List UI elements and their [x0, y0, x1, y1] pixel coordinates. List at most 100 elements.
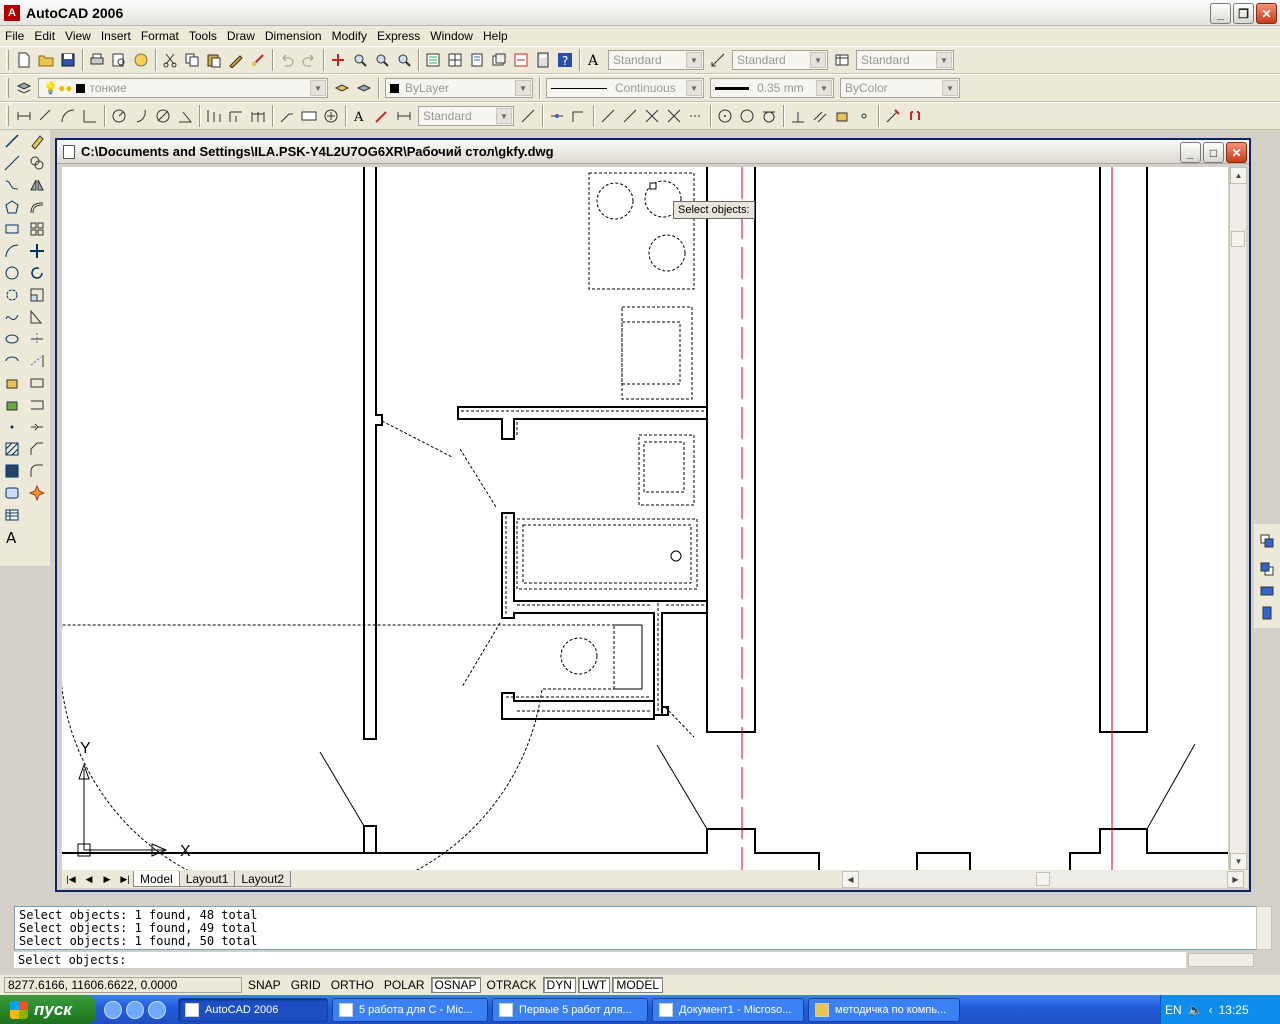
tab-layout2[interactable]: Layout2 [234, 871, 292, 887]
extend-icon[interactable] [26, 350, 48, 372]
rectangle-icon[interactable] [1, 218, 23, 240]
quick-leader-icon[interactable] [276, 105, 298, 127]
task-word-3[interactable]: Документ1 - Microso... [652, 997, 804, 1022]
publish-icon[interactable] [130, 49, 152, 71]
model-space-canvas[interactable]: Y X Select objects: [62, 167, 1228, 870]
menu-window[interactable]: Window [425, 26, 478, 46]
table-style-icon[interactable] [831, 49, 853, 71]
last-tab-icon[interactable]: ▶| [116, 871, 134, 887]
polar-toggle[interactable]: POLAR [380, 977, 429, 993]
insert-block-icon[interactable] [1, 372, 23, 394]
trim-icon[interactable] [26, 328, 48, 350]
task-word-2[interactable]: Первые 5 работ для... [492, 997, 648, 1022]
command-line-scrollbar[interactable] [1188, 953, 1254, 967]
multiline-text-icon[interactable]: A [1, 526, 23, 548]
snap-settings-icon[interactable] [904, 105, 926, 127]
continue-dimension-icon[interactable] [247, 105, 269, 127]
horizontal-scroll-thumb[interactable] [1036, 872, 1050, 886]
task-folder[interactable]: методичка по компь... [808, 997, 960, 1022]
layer-manager-icon[interactable] [13, 77, 35, 99]
menu-dimension[interactable]: Dimension [260, 26, 327, 46]
dimension-text-edit-icon[interactable] [371, 105, 393, 127]
snap-from-icon[interactable] [568, 105, 590, 127]
break-icon[interactable] [26, 394, 48, 416]
snap-endpoint-icon[interactable] [597, 105, 619, 127]
start-button[interactable]: пуск [0, 995, 96, 1024]
menu-format[interactable]: Format [136, 26, 184, 46]
arc-icon[interactable] [1, 240, 23, 262]
ellipse-arc-icon[interactable] [1, 350, 23, 372]
line-icon[interactable] [1, 130, 23, 152]
menu-insert[interactable]: Insert [96, 26, 136, 46]
zoom-realtime-icon[interactable] [349, 49, 371, 71]
copy-icon[interactable] [181, 49, 203, 71]
drawing-close-button[interactable]: ✕ [1226, 142, 1247, 163]
prev-tab-icon[interactable]: ◀ [80, 871, 98, 887]
plot-icon[interactable] [86, 49, 108, 71]
gradient-icon[interactable] [1, 460, 23, 482]
language-indicator[interactable]: EN [1165, 1003, 1182, 1017]
stretch-icon[interactable] [26, 306, 48, 328]
aligned-dimension-icon[interactable] [35, 105, 57, 127]
tab-model[interactable]: Model [133, 871, 180, 887]
polygon-icon[interactable] [1, 196, 23, 218]
snap-extension-icon[interactable] [685, 105, 707, 127]
ordinate-dimension-icon[interactable] [79, 105, 101, 127]
lwt-toggle[interactable]: LWT [577, 977, 611, 993]
make-block-icon[interactable] [1, 394, 23, 416]
menu-modify[interactable]: Modify [327, 26, 372, 46]
snap-none-icon[interactable] [882, 105, 904, 127]
snap-tangent-icon[interactable] [758, 105, 780, 127]
drawing-minimize-button[interactable]: _ [1180, 142, 1201, 163]
new-file-icon[interactable] [13, 49, 35, 71]
menu-edit[interactable]: Edit [29, 26, 60, 46]
table-icon[interactable] [1, 504, 23, 526]
next-tab-icon[interactable]: ▶ [98, 871, 116, 887]
layer-previous-icon[interactable] [353, 77, 375, 99]
make-current-layer-icon[interactable] [331, 77, 353, 99]
snap-quadrant-icon[interactable] [736, 105, 758, 127]
scroll-down-icon[interactable]: ▼ [1230, 853, 1247, 870]
spline-icon[interactable] [1, 306, 23, 328]
markup-icon[interactable] [510, 49, 532, 71]
menu-draw[interactable]: Draw [222, 26, 260, 46]
osnap-toggle[interactable]: OSNAP [430, 977, 481, 993]
ie-icon[interactable] [104, 1000, 122, 1019]
volume-icon[interactable]: 🔈 [1188, 1003, 1203, 1017]
tray-expand-icon[interactable]: ‹ [1209, 1003, 1213, 1017]
center-mark-icon[interactable] [320, 105, 342, 127]
dimension-style-select[interactable]: Standard ▼ [418, 106, 514, 126]
snap-midpoint-icon[interactable] [619, 105, 641, 127]
menu-help[interactable]: Help [478, 26, 513, 46]
snap-perpendicular-icon[interactable] [787, 105, 809, 127]
fillet-icon[interactable] [26, 460, 48, 482]
menu-file[interactable]: File [0, 26, 29, 46]
circle-icon[interactable] [1, 262, 23, 284]
rotate-icon[interactable] [26, 262, 48, 284]
scale-icon[interactable] [26, 284, 48, 306]
bring-above-icon[interactable] [1256, 580, 1278, 602]
block-editor-icon[interactable] [247, 49, 269, 71]
tab-layout1[interactable]: Layout1 [178, 871, 236, 887]
mirror-icon[interactable] [26, 174, 48, 196]
jogged-dimension-icon[interactable] [130, 105, 152, 127]
properties-icon[interactable] [422, 49, 444, 71]
revision-cloud-icon[interactable] [1, 284, 23, 306]
diameter-dimension-icon[interactable] [152, 105, 174, 127]
text-style-select[interactable]: Standard ▼ [608, 50, 704, 70]
task-autocad[interactable]: AutoCAD 2006 [178, 997, 328, 1022]
linear-dimension-icon[interactable] [13, 105, 35, 127]
browser-icon[interactable] [148, 1000, 166, 1019]
snap-insert-icon[interactable] [831, 105, 853, 127]
snap-center-icon[interactable] [714, 105, 736, 127]
otrack-toggle[interactable]: OTRACK [483, 977, 541, 993]
snap-apparent-intersection-icon[interactable] [663, 105, 685, 127]
menu-express[interactable]: Express [372, 26, 425, 46]
first-tab-icon[interactable]: |◀ [62, 871, 80, 887]
move-icon[interactable] [26, 240, 48, 262]
drawing-maximize-button[interactable]: □ [1203, 142, 1224, 163]
bring-to-front-icon[interactable] [1256, 530, 1278, 552]
explode-icon[interactable] [26, 482, 48, 504]
pan-icon[interactable] [327, 49, 349, 71]
coordinate-readout[interactable]: 8277.6166, 11606.6622, 0.0000 [4, 977, 242, 993]
